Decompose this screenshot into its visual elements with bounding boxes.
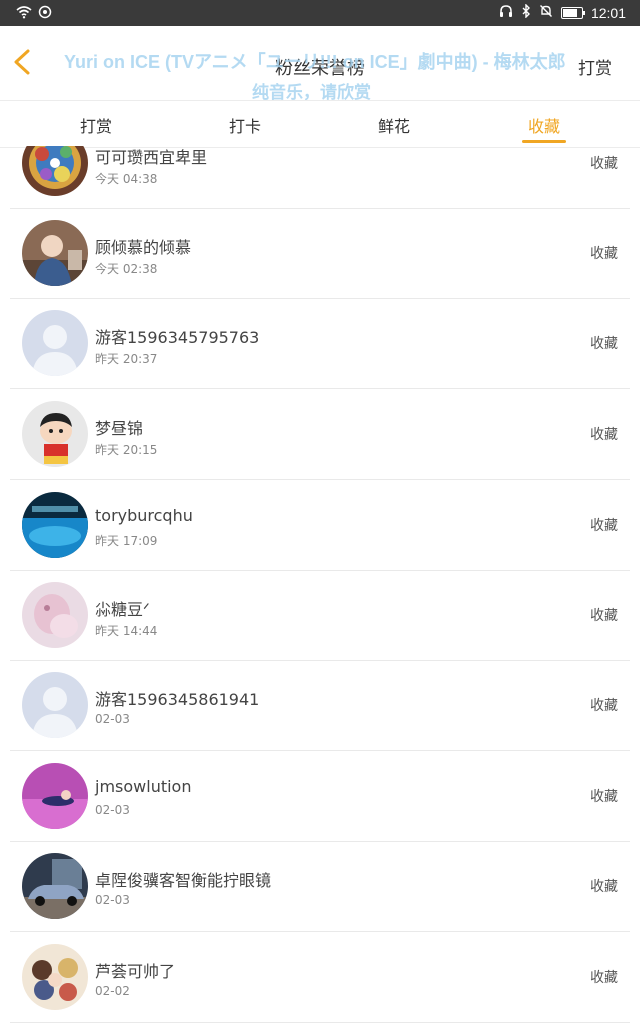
user-name: 游客1596345795763 — [95, 328, 260, 347]
list-item[interactable]: toryburcqhu 昨天 17:09 收藏 — [10, 480, 630, 571]
tab-label: 收藏 — [527, 117, 560, 136]
status-time: 12:01 — [590, 5, 626, 21]
user-name: jmsowlution — [95, 777, 192, 796]
music-overlay-title: Yuri on ICE (TVアニメ「ユーリ!!! on ICE」劇中曲) - … — [64, 52, 566, 72]
list-item[interactable]: 顾倾慕的倾慕 今天 02:38 收藏 — [10, 208, 630, 299]
list-item[interactable]: 游客1596345795763 昨天 20:37 收藏 — [10, 298, 630, 389]
favorite-label: 收藏 — [590, 789, 618, 805]
favorite-label: 收藏 — [590, 336, 618, 352]
active-tab-indicator — [522, 140, 566, 143]
list-item[interactable]: 游客1596345861941 02-03 收藏 — [10, 660, 630, 751]
timestamp: 02-03 — [95, 712, 130, 726]
timestamp: 02-03 — [95, 803, 130, 817]
list-item[interactable]: jmsowlution 02-03 收藏 — [10, 751, 630, 842]
headphones-icon — [499, 4, 513, 22]
tab-bar: 打赏 打卡 鲜花 收藏 — [0, 100, 640, 148]
tab-flowers[interactable]: 鲜花 — [354, 113, 434, 137]
user-name: 梦昼锦 — [95, 419, 144, 438]
avatar[interactable] — [22, 401, 88, 467]
favorite-label: 收藏 — [590, 246, 618, 262]
user-name: toryburcqhu — [95, 506, 193, 525]
avatar[interactable] — [22, 146, 88, 196]
user-name: 可可瓒西宜卑里 — [95, 148, 208, 167]
list-item[interactable]: 梦昼锦 昨天 20:15 收藏 — [10, 389, 630, 480]
reward-button[interactable]: 打赏 — [578, 54, 612, 79]
avatar[interactable] — [22, 492, 88, 558]
favorite-label: 收藏 — [590, 879, 618, 895]
user-name: 尛糖豆ᐟ — [95, 600, 150, 619]
tab-reward[interactable]: 打赏 — [56, 113, 136, 137]
wifi-icon — [16, 4, 32, 23]
user-name: 顾倾慕的倾慕 — [95, 238, 192, 257]
user-name: 游客1596345861941 — [95, 690, 260, 709]
timestamp: 02-03 — [95, 893, 130, 907]
favorite-label: 收藏 — [590, 156, 618, 172]
timestamp: 昨天 20:37 — [95, 352, 158, 366]
user-name: 芦荟可帅了 — [95, 962, 176, 981]
avatar[interactable] — [22, 763, 88, 829]
default-avatar-icon[interactable] — [22, 310, 88, 376]
bluetooth-icon — [521, 3, 531, 22]
list-item[interactable]: 可可瓒西宜卑里 今天 04:38 收藏 — [10, 146, 630, 209]
timestamp: 02-02 — [95, 984, 130, 998]
timestamp: 昨天 17:09 — [95, 534, 158, 548]
mute-bell-icon — [539, 4, 553, 22]
user-name: 卓陧俊骥客智衡能拧眼镜 — [95, 871, 272, 890]
tab-label: 打赏 — [79, 117, 112, 136]
default-avatar-icon[interactable] — [22, 672, 88, 738]
list-item[interactable]: 尛糖豆ᐟ 昨天 14:44 收藏 — [10, 570, 630, 661]
favorite-label: 收藏 — [590, 608, 618, 624]
tab-checkin[interactable]: 打卡 — [205, 113, 285, 137]
favorite-label: 收藏 — [590, 698, 618, 714]
list-item[interactable]: 芦荟可帅了 02-02 收藏 — [10, 932, 630, 1023]
tab-favorites[interactable]: 收藏 — [504, 113, 584, 143]
favorite-label: 收藏 — [590, 518, 618, 534]
hotspot-icon — [38, 4, 52, 23]
fan-list[interactable]: 可可瓒西宜卑里 今天 04:38 收藏 顾倾慕的倾慕 今天 02:38 收藏 游… — [0, 146, 640, 1024]
favorite-label: 收藏 — [590, 970, 618, 986]
timestamp: 昨天 20:15 — [95, 443, 158, 457]
tab-label: 鲜花 — [377, 117, 410, 136]
avatar[interactable] — [22, 853, 88, 919]
status-bar: 12:01 — [0, 0, 640, 26]
list-item[interactable]: 卓陧俊骥客智衡能拧眼镜 02-03 收藏 — [10, 841, 630, 932]
avatar[interactable] — [22, 944, 88, 1010]
timestamp: 昨天 14:44 — [95, 624, 158, 638]
tab-label: 打卡 — [228, 117, 261, 136]
avatar[interactable] — [22, 582, 88, 648]
avatar[interactable] — [22, 220, 88, 286]
timestamp: 今天 04:38 — [95, 172, 158, 186]
header: 粉丝荣誉榜 Yuri on ICE (TVアニメ「ユーリ!!! on ICE」劇… — [0, 26, 640, 103]
battery-icon — [560, 7, 585, 19]
favorite-label: 收藏 — [590, 427, 618, 443]
timestamp: 今天 02:38 — [95, 262, 158, 276]
